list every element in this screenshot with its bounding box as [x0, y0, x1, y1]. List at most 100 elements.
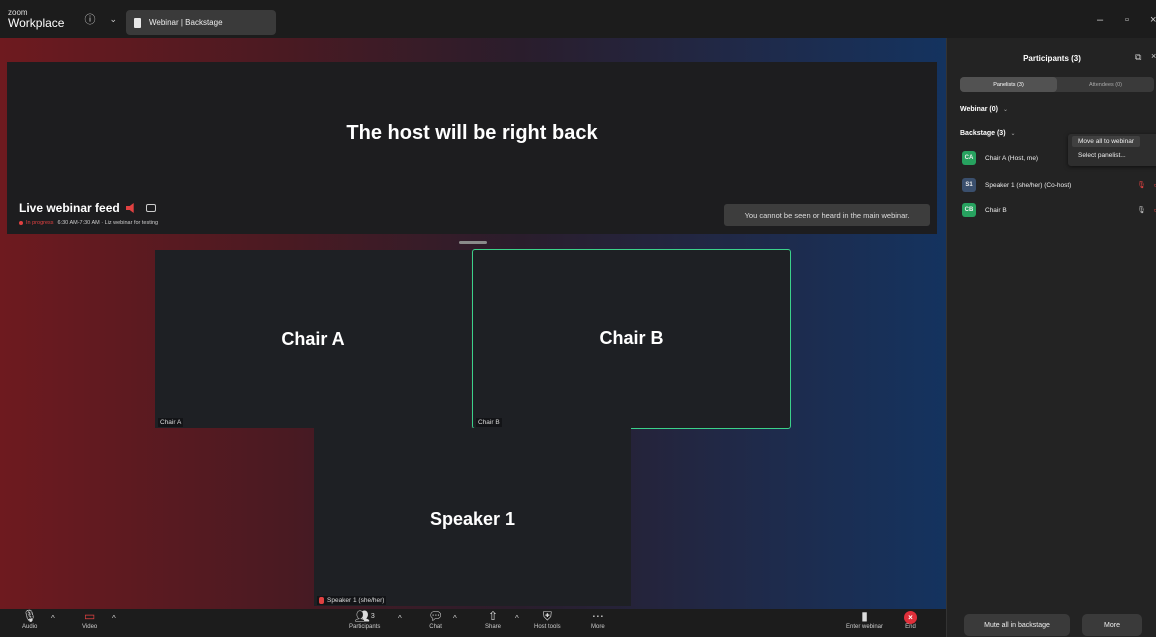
chat-icon: 💬︎ — [428, 609, 444, 623]
mute-all-button[interactable]: Mute all in backstage — [964, 614, 1070, 636]
microphone-icon[interactable]: 🎙︎ — [1137, 206, 1146, 214]
tile-label: Chair A — [158, 418, 184, 427]
avatar: CA — [962, 151, 976, 165]
panel-more-button[interactable]: More — [1082, 614, 1142, 636]
audio-options-caret[interactable]: ^ — [51, 614, 55, 623]
participants-button[interactable]: 👥︎3 Participants — [349, 609, 380, 630]
resize-handle[interactable] — [459, 241, 487, 244]
end-icon: × — [904, 611, 917, 624]
share-label: Share — [485, 624, 502, 630]
share-options-caret[interactable]: ^ — [515, 614, 519, 623]
feed-subtitle: In progress 6:30 AM-7:30 AM · Liz webina… — [19, 220, 158, 226]
enter-door-icon: ▮ — [861, 609, 868, 623]
video-button[interactable]: ▭ Video — [82, 609, 97, 630]
video-label: Video — [82, 624, 98, 630]
participant-row[interactable]: CB Chair B 🎙︎ ▭ ⋯ — [962, 203, 1156, 217]
title-bar: zoom Workplace ⓘ ⌄ Webinar | Backstage –… — [0, 0, 1156, 38]
close-panel-icon[interactable]: × — [1151, 51, 1156, 61]
meeting-tab[interactable]: Webinar | Backstage — [126, 10, 276, 35]
tile-label-row: Speaker 1 (she/her) — [317, 595, 387, 605]
backstage-notice: You cannot be seen or heard in the main … — [724, 204, 930, 226]
video-tile-chair-a[interactable]: Chair A Chair A — [155, 250, 471, 428]
webinar-section-header[interactable]: Webinar (0) ⌄ — [960, 106, 1008, 113]
avatar: S1 — [962, 178, 976, 192]
end-icon-wrap: × — [904, 609, 917, 624]
close-window-icon[interactable]: × — [1150, 14, 1156, 26]
backstage-stage: The host will be right back Live webinar… — [0, 38, 946, 609]
participant-name: Chair B — [985, 206, 1007, 214]
feed-title: Live webinar feed — [19, 201, 120, 215]
speaker-icon[interactable] — [125, 203, 134, 213]
audio-label: Audio — [22, 624, 38, 630]
host-tools-button[interactable]: ⛨ Host tools — [534, 609, 561, 630]
feed-title-row: Live webinar feed — [19, 201, 156, 215]
backstage-section-header[interactable]: Backstage (3) ⌄ — [960, 130, 1016, 137]
feed-status: In progress — [26, 220, 54, 226]
video-tile-chair-b[interactable]: Chair B Chair B — [472, 249, 791, 429]
participants-panel: Participants (3) ⧉ × Panelists (3) Atten… — [946, 38, 1156, 637]
tile-name: Chair A — [281, 329, 345, 349]
muted-mic-icon[interactable]: 🎙︎ — [1137, 181, 1146, 189]
participant-name: Chair A (Host, me) — [985, 154, 1039, 162]
shield-icon: ⛨ — [542, 609, 552, 623]
tab-panelists[interactable]: Panelists (3) — [960, 77, 1057, 92]
panel-tabs: Panelists (3) Attendees (0) — [960, 77, 1154, 92]
microphone-icon: 🎙︎ — [22, 609, 38, 623]
move-all-to-webinar-item[interactable]: Move all to webinar — [1072, 136, 1140, 147]
muted-mic-icon — [319, 596, 324, 604]
end-button[interactable]: × End — [904, 609, 917, 630]
panel-title: Participants (3) — [1023, 54, 1081, 63]
chevron-down-icon: ⌄ — [1003, 107, 1009, 113]
more-button[interactable]: ⋯ More — [591, 609, 605, 630]
feed-message: The host will be right back — [346, 122, 598, 144]
backstage-section-label: Backstage (3) — [960, 130, 1006, 137]
chevron-down-icon[interactable]: ⌄ — [109, 14, 117, 25]
captions-icon[interactable] — [145, 204, 156, 212]
chat-label: Chat — [429, 624, 442, 630]
more-icon: ⋯ — [591, 609, 604, 623]
info-icon[interactable]: ⓘ — [84, 11, 95, 27]
participant-row[interactable]: CA Chair A (Host, me) — [962, 151, 1038, 165]
avatar: CB — [962, 203, 976, 217]
participant-controls: 🎙︎ ▭ ⋯ — [1137, 203, 1156, 217]
tab-title: Webinar | Backstage — [149, 18, 223, 27]
backstage-options-menu: Move all to webinar Select panelist... — [1068, 134, 1156, 166]
participant-row[interactable]: S1 Speaker 1 (she/her) (Co-host) 🎙︎ ▭ ⋯ — [962, 178, 1156, 192]
tab-attendees[interactable]: Attendees (0) — [1057, 77, 1154, 92]
tile-name: Chair B — [599, 328, 664, 348]
tile-label: Speaker 1 (she/her) — [327, 597, 385, 604]
live-webinar-feed: The host will be right back Live webinar… — [7, 62, 937, 234]
enter-webinar-label: Enter webinar — [846, 624, 884, 630]
backstage-door-icon — [134, 17, 141, 28]
participants-options-caret[interactable]: ^ — [398, 614, 402, 623]
webinar-section-label: Webinar (0) — [960, 106, 998, 113]
share-button[interactable]: ⇧ Share — [485, 609, 501, 630]
participant-name: Speaker 1 (she/her) (Co-host) — [985, 181, 1072, 189]
end-label: End — [905, 624, 916, 630]
feed-details: 6:30 AM-7:30 AM · Liz webinar for testin… — [57, 220, 159, 226]
participant-controls: 🎙︎ ▭ ⋯ — [1137, 178, 1156, 192]
chat-options-caret[interactable]: ^ — [453, 614, 457, 623]
chat-button[interactable]: 💬︎ Chat — [428, 609, 443, 630]
share-icon: ⇧ — [487, 609, 499, 623]
live-dot-icon — [19, 221, 23, 225]
more-label: More — [591, 624, 605, 630]
video-options-caret[interactable]: ^ — [112, 614, 116, 623]
brand-name: Workplace — [8, 16, 65, 30]
tile-label: Chair B — [476, 418, 502, 427]
participants-count: 3 — [370, 613, 375, 620]
audio-button[interactable]: 🎙︎ Audio — [22, 609, 37, 630]
tile-name: Speaker 1 — [429, 509, 516, 529]
chevron-down-icon: ⌄ — [1010, 131, 1016, 137]
participants-label: Participants — [349, 624, 381, 630]
select-panelist-item[interactable]: Select panelist... — [1072, 150, 1132, 161]
minimize-icon[interactable]: – — [1097, 14, 1103, 26]
video-tile-speaker-1[interactable]: Speaker 1 Speaker 1 (she/her) — [314, 428, 631, 606]
pop-out-icon[interactable]: ⧉ — [1135, 52, 1141, 63]
participants-icon: 👥︎3 — [354, 609, 375, 623]
zoom-workplace-logo: zoom Workplace — [8, 9, 65, 30]
maximize-icon[interactable]: ▫ — [1125, 14, 1129, 26]
enter-webinar-button[interactable]: ▮ Enter webinar — [846, 609, 883, 630]
meeting-toolbar: 🎙︎ Audio ^ ▭ Video ^ 👥︎3 Participants ^ … — [0, 609, 946, 637]
video-off-icon: ▭ — [83, 609, 96, 623]
